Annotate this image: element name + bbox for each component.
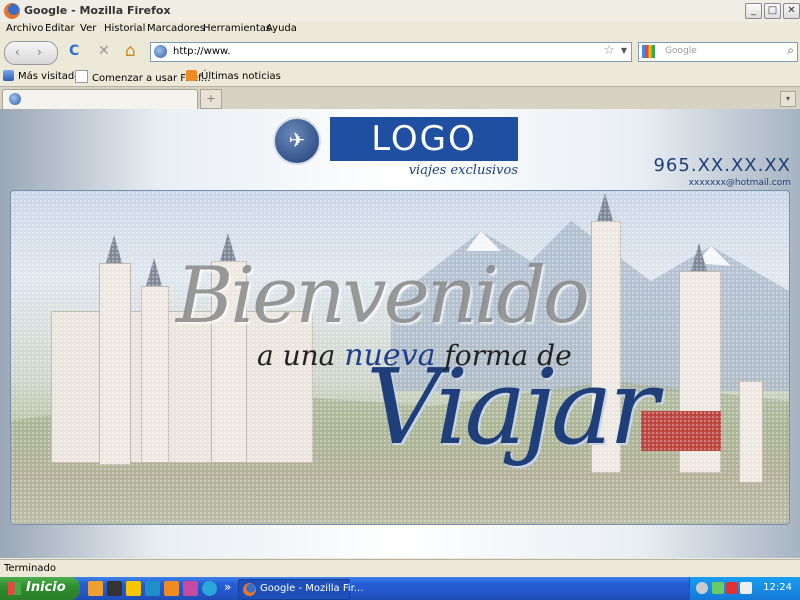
menu-editar[interactable]: Editar (45, 23, 75, 34)
site-identity-icon[interactable] (154, 45, 167, 58)
tab-list-button[interactable]: ▾ (780, 91, 796, 107)
bookmark-mas-visitados[interactable]: Más visitados (3, 70, 86, 82)
menu-marcadores[interactable]: Marcadores (147, 23, 205, 34)
bookmark-ultimas-noticias[interactable]: Últimas noticias (186, 70, 281, 82)
quicklaunch-icon[interactable] (107, 581, 122, 596)
quicklaunch-icon[interactable] (145, 581, 160, 596)
page-content: ✈ LOGO viajes exclusivos 965.XX.XX.XX xx… (0, 109, 800, 558)
bookmark-folder-icon (3, 70, 14, 81)
status-text: Terminado (4, 563, 56, 574)
contact-email[interactable]: xxxxxxx@hotmail.com (689, 178, 791, 188)
hero-subtitle: a una nueva forma de (257, 338, 572, 373)
rss-icon (186, 70, 197, 81)
menu-historial[interactable]: Historial (104, 23, 145, 34)
back-icon[interactable]: ‹ (15, 45, 20, 59)
menu-archivo[interactable]: Archivo (6, 23, 43, 34)
taskbar-firefox-button[interactable]: Google - Mozilla Fir... (238, 579, 363, 600)
contact-phone: 965.XX.XX.XX (653, 155, 791, 176)
close-button[interactable]: ✕ (783, 3, 800, 19)
window-title-bar[interactable]: Google - Mozilla Firefox _ □ ✕ (0, 0, 800, 23)
tab-favicon (9, 93, 21, 105)
tray-icon[interactable] (696, 582, 708, 594)
menu-ver[interactable]: Ver (80, 23, 96, 34)
firefox-icon (4, 3, 20, 19)
navigation-toolbar: ‹ › C ✕ ⌂ http://www. ☆ ▼ Google ⌕ (0, 38, 800, 66)
quicklaunch-icon[interactable] (88, 581, 103, 596)
search-input[interactable]: Google ⌕ (638, 42, 798, 62)
bookmark-star-icon[interactable]: ☆ (603, 43, 615, 58)
clock: 12:24 (763, 582, 792, 593)
new-tab-button[interactable]: + (200, 89, 222, 109)
quicklaunch-icon[interactable] (126, 581, 141, 596)
status-bar: Terminado (0, 559, 800, 578)
hero-subtitle-nueva: nueva (344, 338, 436, 373)
quicklaunch-more-icon[interactable]: » (224, 580, 231, 594)
maximize-button[interactable]: □ (764, 3, 781, 19)
tab-bar: + ▾ (0, 86, 800, 110)
system-tray: 12:24 (689, 577, 800, 600)
stop-icon[interactable]: ✕ (98, 43, 110, 59)
bookmarks-toolbar: Más visitados Comenzar a usar Firef... Ú… (0, 66, 800, 86)
home-icon[interactable]: ⌂ (125, 41, 136, 61)
hero-subtitle-c: forma de (435, 339, 572, 372)
hero-bienvenido: Bienvenido (176, 251, 590, 341)
volume-icon[interactable] (740, 582, 752, 594)
tray-icon[interactable] (726, 582, 738, 594)
site-logo[interactable]: LOGO (330, 117, 518, 161)
menu-herramientas[interactable]: Herramientas (203, 23, 271, 34)
page-icon (75, 70, 88, 83)
hero-banner: Bienvenido Viajar a una nueva forma de (10, 190, 790, 525)
quicklaunch-icon[interactable] (164, 581, 179, 596)
forward-icon[interactable]: › (37, 45, 42, 59)
url-field[interactable]: http://www. ☆ ▼ (150, 42, 632, 62)
windows-logo-icon (8, 582, 21, 595)
reload-icon[interactable]: C (69, 43, 79, 59)
menu-bar: Archivo Editar Ver Historial Marcadores … (0, 22, 800, 38)
url-dropdown-icon[interactable]: ▼ (621, 46, 627, 55)
airplane-emblem-icon: ✈ (273, 117, 321, 165)
search-placeholder: Google (665, 46, 697, 56)
search-icon[interactable]: ⌕ (787, 43, 794, 58)
back-forward-group[interactable]: ‹ › (4, 41, 58, 65)
menu-ayuda[interactable]: Ayuda (266, 23, 297, 34)
tray-icon[interactable] (712, 582, 724, 594)
google-engine-icon[interactable] (642, 45, 655, 58)
start-button[interactable]: Inicio (0, 577, 80, 600)
minimize-button[interactable]: _ (745, 3, 762, 19)
windows-taskbar: Inicio » Google - Mozilla Fir... 12:24 (0, 577, 800, 600)
site-tagline: viajes exclusivos (408, 163, 518, 178)
firefox-icon (243, 583, 256, 596)
url-text: http://www. (173, 46, 231, 57)
window-title: Google - Mozilla Firefox (24, 4, 171, 17)
quicklaunch-icon[interactable] (202, 581, 217, 596)
tab-active[interactable] (2, 89, 198, 109)
quicklaunch-icon[interactable] (183, 581, 198, 596)
hero-subtitle-a: a una (257, 339, 345, 372)
